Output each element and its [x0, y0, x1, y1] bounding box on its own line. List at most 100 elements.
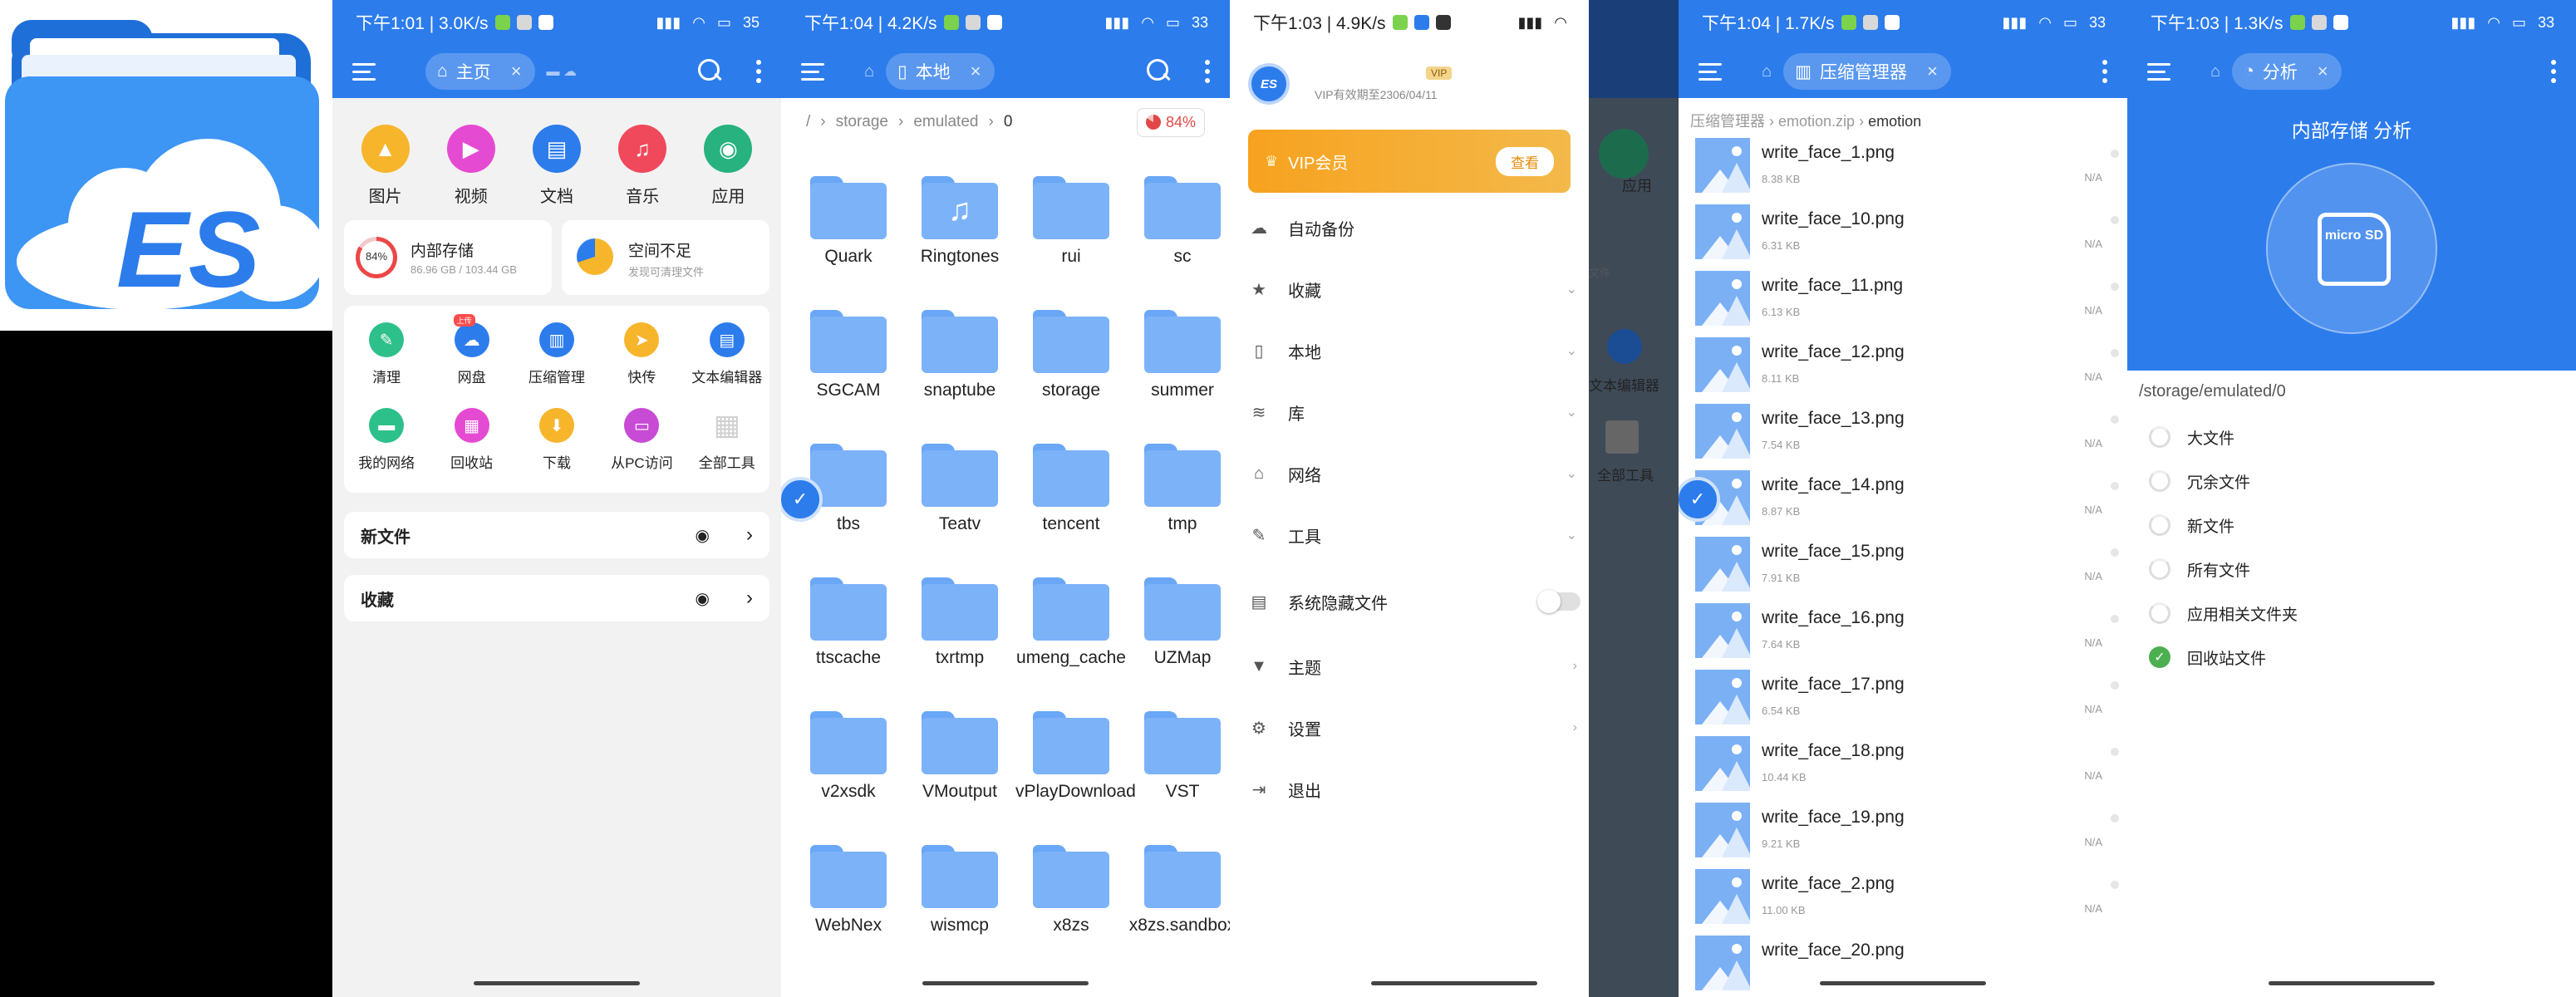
folder-item[interactable]: SGCAM — [793, 300, 904, 412]
file-row[interactable]: write_face_18.png 10.44 KB N/A — [1695, 731, 2119, 798]
breadcrumb-item[interactable]: storage — [836, 113, 888, 131]
folder-item[interactable]: UZMap — [1127, 567, 1230, 680]
folder-item[interactable]: rui — [1015, 166, 1127, 278]
file-row[interactable]: write_face_12.png 8.11 KB N/A — [1695, 332, 2119, 399]
home-indicator[interactable] — [1820, 981, 1986, 985]
hidden-files-toggle[interactable] — [1537, 590, 1581, 613]
category-3[interactable]: ♫ 音乐 — [605, 125, 680, 207]
close-tab-icon[interactable]: × — [1927, 61, 1938, 82]
file-row[interactable]: write_face_11.png 6.13 KB N/A — [1695, 266, 2119, 332]
tool-item[interactable]: ⬇ 下载 — [514, 408, 599, 472]
folder-item[interactable]: VST — [1127, 701, 1230, 813]
close-tab-icon[interactable]: × — [511, 61, 522, 82]
category-0[interactable]: ▲ 图片 — [348, 125, 423, 207]
tool-item[interactable]: 上传 ☁ 网盘 — [429, 314, 514, 386]
home-icon[interactable]: ⌂ — [2210, 62, 2220, 81]
folder-item[interactable]: ttscache — [793, 567, 904, 680]
file-row[interactable]: write_face_13.png 7.54 KB N/A — [1695, 399, 2119, 465]
window-icon[interactable]: ▬ ☁ — [547, 63, 577, 80]
tab-home[interactable]: ⌂ 主页 × — [425, 53, 535, 90]
category-1[interactable]: ▶ 视频 — [434, 125, 509, 207]
breadcrumb-item[interactable]: emotion.zip — [1778, 113, 1855, 130]
tool-item[interactable]: ✎ 清理 — [344, 322, 429, 386]
drawer-item[interactable]: ▯ 本地 ⌄ — [1248, 332, 1581, 369]
tool-item[interactable]: ▤ 文本编辑器 — [685, 322, 769, 386]
internal-storage-card[interactable]: 84% 内部存储 86.96 GB / 103.44 GB — [344, 220, 552, 295]
vip-banner[interactable]: ♛ VIP会员 查看 — [1248, 130, 1571, 193]
breadcrumb-item[interactable]: 0 — [1004, 113, 1013, 131]
analysis-item[interactable]: 大文件 — [2149, 422, 2548, 452]
drawer-item[interactable]: ✎ 工具 ⌄ — [1248, 517, 1581, 553]
analysis-item[interactable]: ✓ 回收站文件 — [2149, 642, 2548, 672]
file-row[interactable]: write_face_14.png 8.87 KB N/A — [1695, 465, 2119, 532]
category-2[interactable]: ▤ 文档 — [519, 125, 594, 207]
view-vip-button[interactable]: 查看 — [1496, 146, 1554, 176]
analysis-item[interactable]: 新文件 — [2149, 510, 2548, 540]
folder-item[interactable]: wismcp — [904, 835, 1015, 947]
analysis-item[interactable]: 所有文件 — [2149, 554, 2548, 584]
file-row[interactable]: write_face_2.png 11.00 KB N/A — [1695, 864, 2119, 931]
file-row[interactable]: write_face_17.png 6.54 KB N/A — [1695, 665, 2119, 731]
more-options-icon[interactable] — [756, 60, 761, 83]
folder-item[interactable]: x8zs — [1015, 835, 1127, 947]
close-tab-icon[interactable]: × — [2318, 61, 2328, 82]
folder-item[interactable]: sc — [1127, 166, 1230, 278]
folder-item[interactable]: txrtmp — [904, 567, 1015, 680]
folder-item[interactable]: snaptube — [904, 300, 1015, 412]
file-row[interactable]: write_face_15.png 7.91 KB N/A — [1695, 532, 2119, 598]
folder-item[interactable]: umeng_cache — [1015, 567, 1127, 680]
menu-icon[interactable] — [1698, 61, 1723, 81]
file-row[interactable]: write_face_16.png 7.64 KB N/A — [1695, 598, 2119, 665]
new-files-section[interactable]: 新文件 ◉ › — [344, 512, 769, 558]
menu-icon[interactable] — [352, 61, 377, 81]
drawer-item[interactable]: ▤ 系统隐藏文件 — [1248, 583, 1581, 620]
drawer-item[interactable]: ≋ 库 ⌄ — [1248, 394, 1581, 430]
tool-item[interactable]: ▥ 压缩管理 — [514, 322, 599, 386]
menu-icon[interactable] — [801, 61, 826, 81]
drawer-item[interactable]: ★ 收藏 ⌄ — [1248, 271, 1581, 307]
tool-item[interactable]: ▦ 回收站 — [429, 408, 514, 472]
folder-item[interactable]: storage — [1015, 300, 1127, 412]
analysis-item[interactable]: 冗余文件 — [2149, 466, 2548, 496]
home-indicator[interactable] — [474, 981, 640, 985]
more-options-icon[interactable] — [2551, 60, 2556, 83]
breadcrumb-item[interactable]: emulated — [913, 113, 978, 131]
breadcrumb-item[interactable]: 压缩管理器 — [1690, 113, 1765, 130]
drawer-item[interactable]: ▼ 主题 › — [1248, 648, 1581, 685]
file-row[interactable]: write_face_1.png 8.38 KB N/A — [1695, 133, 2119, 199]
folder-item[interactable]: v2xsdk — [793, 701, 904, 813]
folder-item[interactable]: x8zs.sandbox — [1127, 835, 1230, 947]
low-space-card[interactable]: 空间不足 发现可清理文件 — [562, 220, 769, 295]
close-tab-icon[interactable]: × — [971, 61, 981, 82]
analysis-item[interactable]: 应用相关文件夹 — [2149, 598, 2548, 628]
category-4[interactable]: ◉ 应用 — [691, 125, 765, 207]
tool-item[interactable]: ▦ 全部工具 — [685, 408, 769, 472]
folder-item[interactable]: ♫ Ringtones — [904, 166, 1015, 278]
home-indicator[interactable] — [922, 981, 1089, 985]
home-icon[interactable]: ⌂ — [864, 62, 874, 81]
home-icon[interactable]: ⌂ — [1762, 62, 1772, 81]
eye-icon[interactable]: ◉ — [696, 525, 710, 546]
drawer-item[interactable]: ⇥ 退出 — [1248, 771, 1581, 808]
file-row[interactable]: write_face_10.png 6.31 KB N/A — [1695, 199, 2119, 266]
tool-item[interactable]: ▬ 我的网络 — [344, 408, 429, 472]
more-options-icon[interactable] — [1205, 60, 1210, 83]
folder-item[interactable]: summer — [1127, 300, 1230, 412]
dimmed-background[interactable]: 应用 文件 文本编辑器 全部工具 — [1589, 0, 1679, 997]
eye-icon[interactable]: ◉ — [696, 588, 710, 609]
tab-local[interactable]: ▯ 本地 × — [886, 53, 995, 90]
tool-item[interactable]: ▭ 从PC访问 — [599, 408, 684, 472]
drawer-item[interactable]: ☁ 自动备份 — [1248, 209, 1581, 246]
breadcrumb-item[interactable]: / — [806, 113, 810, 131]
search-icon[interactable] — [1147, 59, 1172, 84]
home-indicator[interactable] — [1371, 981, 1537, 985]
folder-item[interactable]: tmp — [1127, 434, 1230, 546]
folder-item[interactable]: WebNex — [793, 835, 904, 947]
folder-item[interactable]: vPlayDownload — [1015, 701, 1136, 813]
tab-analysis[interactable]: ◔ 分析 × — [2232, 53, 2342, 90]
storage-usage-badge[interactable]: 84% — [1136, 107, 1205, 137]
tool-item[interactable]: ➤ 快传 — [599, 322, 684, 386]
folder-item[interactable]: Teatv — [904, 434, 1015, 546]
menu-icon[interactable] — [2147, 61, 2172, 81]
drawer-item[interactable]: ⌂ 网络 ⌄ — [1248, 455, 1581, 492]
